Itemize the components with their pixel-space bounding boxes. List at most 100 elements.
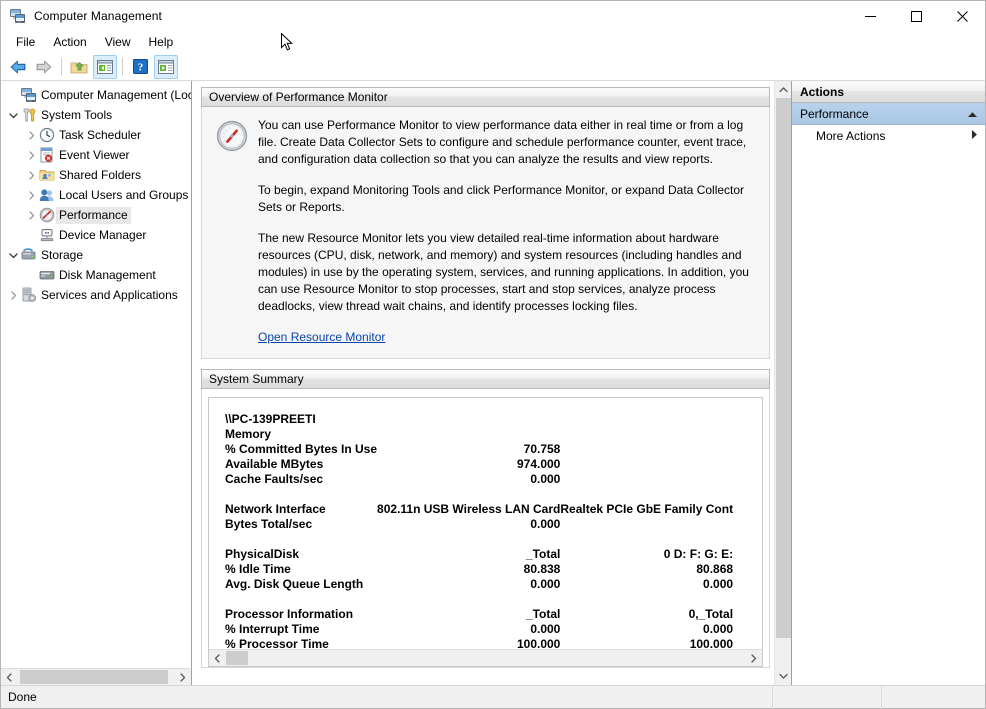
- minimize-button[interactable]: [847, 1, 893, 31]
- scroll-right-icon[interactable]: [174, 669, 191, 685]
- counter-value-1: 974.000: [377, 457, 560, 472]
- scroll-down-icon[interactable]: [775, 668, 792, 685]
- tree-item-label: Device Manager: [59, 228, 146, 243]
- menu-bar: File Action View Help: [1, 31, 985, 53]
- counter-value-1: 0.000: [377, 577, 560, 592]
- tree-item-system-tools[interactable]: System Tools: [1, 105, 191, 125]
- summary-hscroll-thumb[interactable]: [226, 651, 248, 665]
- counter-value-2: 0.000: [560, 622, 733, 637]
- details-vscroll-thumb[interactable]: [776, 98, 791, 638]
- group-name: Memory: [225, 427, 377, 442]
- tree-hscroll-thumb[interactable]: [20, 670, 168, 684]
- tree-item-label: Local Users and Groups: [59, 188, 188, 203]
- group-col1-header: _Total: [377, 607, 560, 622]
- tree-item-computer-management[interactable]: Computer Management (Local: [1, 85, 191, 105]
- tree-item-label: Event Viewer: [59, 148, 129, 163]
- actions-section-performance[interactable]: Performance: [792, 103, 985, 125]
- summary-group-header: Network Interface 802.11n USB Wireless L…: [225, 502, 733, 517]
- counter-value-2: 0.000: [560, 577, 733, 592]
- group-col1-header: [377, 427, 560, 442]
- twisty-collapsed-icon[interactable]: [5, 291, 21, 300]
- tree-item-services-and-applications[interactable]: Services and Applications: [1, 285, 191, 305]
- tree-item-device-manager[interactable]: Device Manager: [1, 225, 191, 245]
- forward-arrow-icon[interactable]: [32, 55, 56, 79]
- chevron-right-icon[interactable]: [971, 129, 978, 143]
- twisty-collapsed-icon[interactable]: [23, 211, 39, 220]
- menu-view[interactable]: View: [96, 32, 140, 52]
- twisty-collapsed-icon[interactable]: [23, 191, 39, 200]
- services-icon: [21, 287, 37, 303]
- back-arrow-icon[interactable]: [6, 55, 30, 79]
- menu-help[interactable]: Help: [140, 32, 183, 52]
- tree-item-performance[interactable]: Performance: [1, 205, 191, 225]
- scroll-up-icon[interactable]: [775, 81, 792, 98]
- help-icon[interactable]: ?: [128, 55, 152, 79]
- summary-group-header: PhysicalDisk _Total 0 D: F: G: E:: [225, 547, 733, 562]
- console-tree[interactable]: Computer Management (Local System Tools: [1, 81, 192, 668]
- tree-item-label: Shared Folders: [59, 168, 141, 183]
- show-hide-action-pane-icon[interactable]: [154, 55, 178, 79]
- chevron-up-icon[interactable]: [967, 107, 978, 121]
- group-col1-header: 802.11n USB Wireless LAN Card: [377, 502, 560, 517]
- up-folder-icon[interactable]: [67, 55, 91, 79]
- counter-label: % Interrupt Time: [225, 622, 377, 637]
- details-vertical-scrollbar[interactable]: [774, 81, 791, 685]
- counter-label: Cache Faults/sec: [225, 472, 377, 487]
- maximize-button[interactable]: [893, 1, 939, 31]
- scroll-left-icon[interactable]: [209, 650, 226, 666]
- system-summary-header[interactable]: System Summary: [201, 369, 770, 389]
- menu-file[interactable]: File: [7, 32, 44, 52]
- computer-name: \\PC-139PREETI: [225, 412, 377, 427]
- status-divider: [881, 686, 882, 709]
- summary-spacer: [225, 532, 733, 547]
- show-hide-console-tree-icon[interactable]: [93, 55, 117, 79]
- summary-hscroll-track[interactable]: [226, 650, 745, 666]
- tree-item-local-users-and-groups[interactable]: Local Users and Groups: [1, 185, 191, 205]
- performance-gauge-icon: [39, 207, 55, 223]
- details-vscroll-track[interactable]: [775, 98, 792, 668]
- status-text: Done: [1, 690, 772, 704]
- twisty-collapsed-icon[interactable]: [23, 131, 39, 140]
- scroll-right-icon[interactable]: [745, 650, 762, 666]
- scroll-left-icon[interactable]: [1, 669, 18, 685]
- twisty-collapsed-icon[interactable]: [23, 171, 39, 180]
- tree-item-label: Services and Applications: [41, 288, 178, 303]
- overview-panel-header[interactable]: Overview of Performance Monitor: [201, 87, 770, 107]
- counter-value-1: 80.838: [377, 562, 560, 577]
- counter-value-1: 0.000: [377, 517, 560, 532]
- group-name: Processor Information: [225, 607, 377, 622]
- menu-action[interactable]: Action: [44, 32, 95, 52]
- tree-item-shared-folders[interactable]: Shared Folders: [1, 165, 191, 185]
- tree-item-task-scheduler[interactable]: Task Scheduler: [1, 125, 191, 145]
- system-summary-table: \\PC-139PREETI Memory: [225, 412, 733, 667]
- computer-management-window: Computer Management File Action View Hel…: [0, 0, 986, 709]
- counter-value-2: [560, 457, 733, 472]
- overview-text: You can use Performance Monitor to view …: [258, 117, 759, 346]
- system-summary-table-container[interactable]: \\PC-139PREETI Memory: [208, 397, 763, 667]
- summary-spacer: [225, 487, 733, 502]
- tree-item-label: Disk Management: [59, 268, 156, 283]
- twisty-collapsed-icon[interactable]: [23, 151, 39, 160]
- counter-label: Bytes Total/sec: [225, 517, 377, 532]
- summary-horizontal-scrollbar[interactable]: [209, 649, 762, 666]
- shared-folders-icon: [39, 167, 55, 183]
- actions-section-label: Performance: [800, 107, 967, 121]
- tree-item-event-viewer[interactable]: Event Viewer: [1, 145, 191, 165]
- tree-item-disk-management[interactable]: Disk Management: [1, 265, 191, 285]
- empty-cell: [377, 412, 560, 427]
- actions-item-label: More Actions: [816, 129, 971, 143]
- twisty-expanded-icon[interactable]: [5, 251, 21, 260]
- group-col2-header: Realtek PCIe GbE Family Cont: [560, 502, 733, 517]
- tree-hscroll-track[interactable]: [18, 669, 174, 685]
- open-resource-monitor-link[interactable]: Open Resource Monitor: [258, 330, 385, 344]
- actions-item-more-actions[interactable]: More Actions: [792, 125, 985, 147]
- group-name: Network Interface: [225, 502, 377, 517]
- close-button[interactable]: [939, 1, 985, 31]
- tree-horizontal-scrollbar[interactable]: [1, 668, 192, 685]
- group-col2-header: 0,_Total: [560, 607, 733, 622]
- twisty-expanded-icon[interactable]: [5, 111, 21, 120]
- overview-panel-body: You can use Performance Monitor to view …: [201, 107, 770, 359]
- tree-item-storage[interactable]: Storage: [1, 245, 191, 265]
- computer-management-icon: [10, 8, 26, 24]
- computer-icon: [21, 87, 37, 103]
